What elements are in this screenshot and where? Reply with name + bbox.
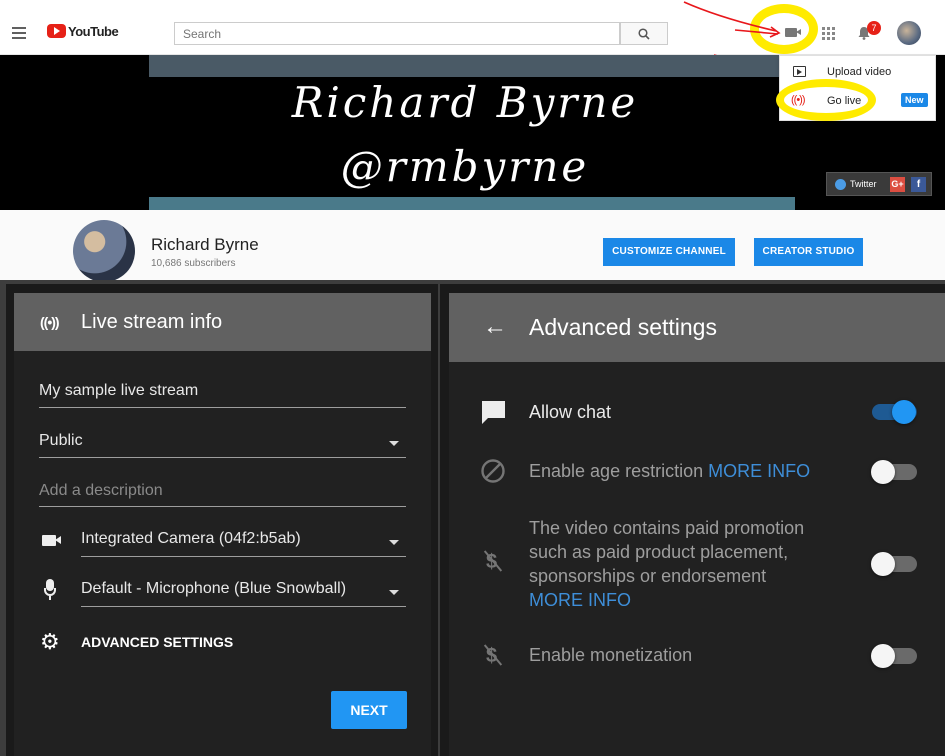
back-arrow-icon[interactable]: ← [483,314,507,340]
channel-avatar[interactable] [73,220,135,282]
allow-chat-label: Allow chat [529,402,612,422]
camera-select[interactable]: Integrated Camera (04f2:b5ab) [81,527,406,557]
channel-name: Richard Byrne [151,235,259,254]
search-input[interactable] [174,22,620,45]
annotation-highlight-oval [776,79,876,121]
monetization-toggle-knob[interactable] [871,644,895,668]
microphone-value: Default - Microphone (Blue Snowball) [81,580,347,597]
camera-icon [42,535,61,546]
privacy-value: Public [39,432,83,449]
chevron-down-icon [389,590,399,595]
social-links: Twitter G+ f [826,172,932,196]
age-restriction-toggle-knob[interactable] [871,460,895,484]
age-restriction-text: Enable age restriction [529,461,704,481]
hamburger-menu-icon[interactable] [12,27,26,42]
banner-handle-text: @rmbyrne [340,142,590,191]
monetization-label: Enable monetization [529,645,693,665]
age-restriction-label: Enable age restriction MORE INFO [529,459,810,483]
notification-count-badge: 7 [867,21,881,35]
banner-top-strip [149,55,795,77]
chevron-down-icon [389,540,399,545]
customize-channel-button[interactable]: CUSTOMIZE CHANNEL [603,238,735,266]
new-badge: New [901,93,928,107]
facebook-icon[interactable]: f [911,177,926,192]
microphone-select[interactable]: Default - Microphone (Blue Snowball) [81,577,406,607]
search-button[interactable] [620,22,668,45]
creator-studio-button[interactable]: CREATOR STUDIO [754,238,863,266]
advanced-settings-title: Advanced settings [529,314,717,340]
paid-promotion-line-1: The video contains paid promotion [529,518,805,538]
paid-promotion-line-2: such as paid product placement, [529,542,789,562]
apps-grid-icon[interactable] [822,27,835,40]
stream-title-value: My sample live stream [39,382,199,399]
advanced-settings-link[interactable]: ADVANCED SETTINGS [81,634,233,650]
live-stream-panel-header [14,293,431,351]
live-stream-panel [14,293,431,756]
paid-promotion-line-3: sponsorships or endorsement [529,566,767,586]
chevron-down-icon [389,441,399,446]
account-avatar[interactable] [897,21,921,45]
privacy-select[interactable]: Public [39,428,406,458]
more-info-link[interactable]: MORE INFO [529,588,804,612]
block-icon [481,459,505,483]
description-field[interactable]: Add a description [39,478,406,507]
google-plus-icon[interactable]: G+ [890,177,905,192]
next-button[interactable]: NEXT [331,691,407,729]
live-broadcast-icon: ((•)) [40,314,60,330]
gear-icon[interactable]: ⚙ [40,631,60,653]
live-stream-panel-title: Live stream info [81,311,223,333]
youtube-logo-text[interactable]: YouTube [68,24,119,39]
allow-chat-toggle-knob[interactable] [892,400,916,424]
paid-promotion-toggle-knob[interactable] [871,552,895,576]
upload-video-icon [793,66,806,77]
youtube-logo-icon[interactable] [47,24,66,38]
microphone-icon-base [49,596,51,600]
banner-name-text: Richard Byrne [291,78,639,127]
description-placeholder: Add a description [39,482,163,499]
paid-promotion-label: The video contains paid promotion such a… [529,516,804,612]
chat-bubble-icon [482,401,505,424]
twitter-link[interactable]: Twitter [850,179,877,189]
search-icon [638,28,650,40]
subscriber-count: 10,686 subscribers [151,258,236,269]
stream-title-field[interactable]: My sample live stream [39,378,406,408]
camera-value: Integrated Camera (04f2:b5ab) [81,530,301,547]
more-info-link[interactable]: MORE INFO [708,461,810,481]
banner-bottom-strip [149,197,795,210]
twitter-icon[interactable] [835,179,846,190]
upload-video-label: Upload video [827,66,892,78]
